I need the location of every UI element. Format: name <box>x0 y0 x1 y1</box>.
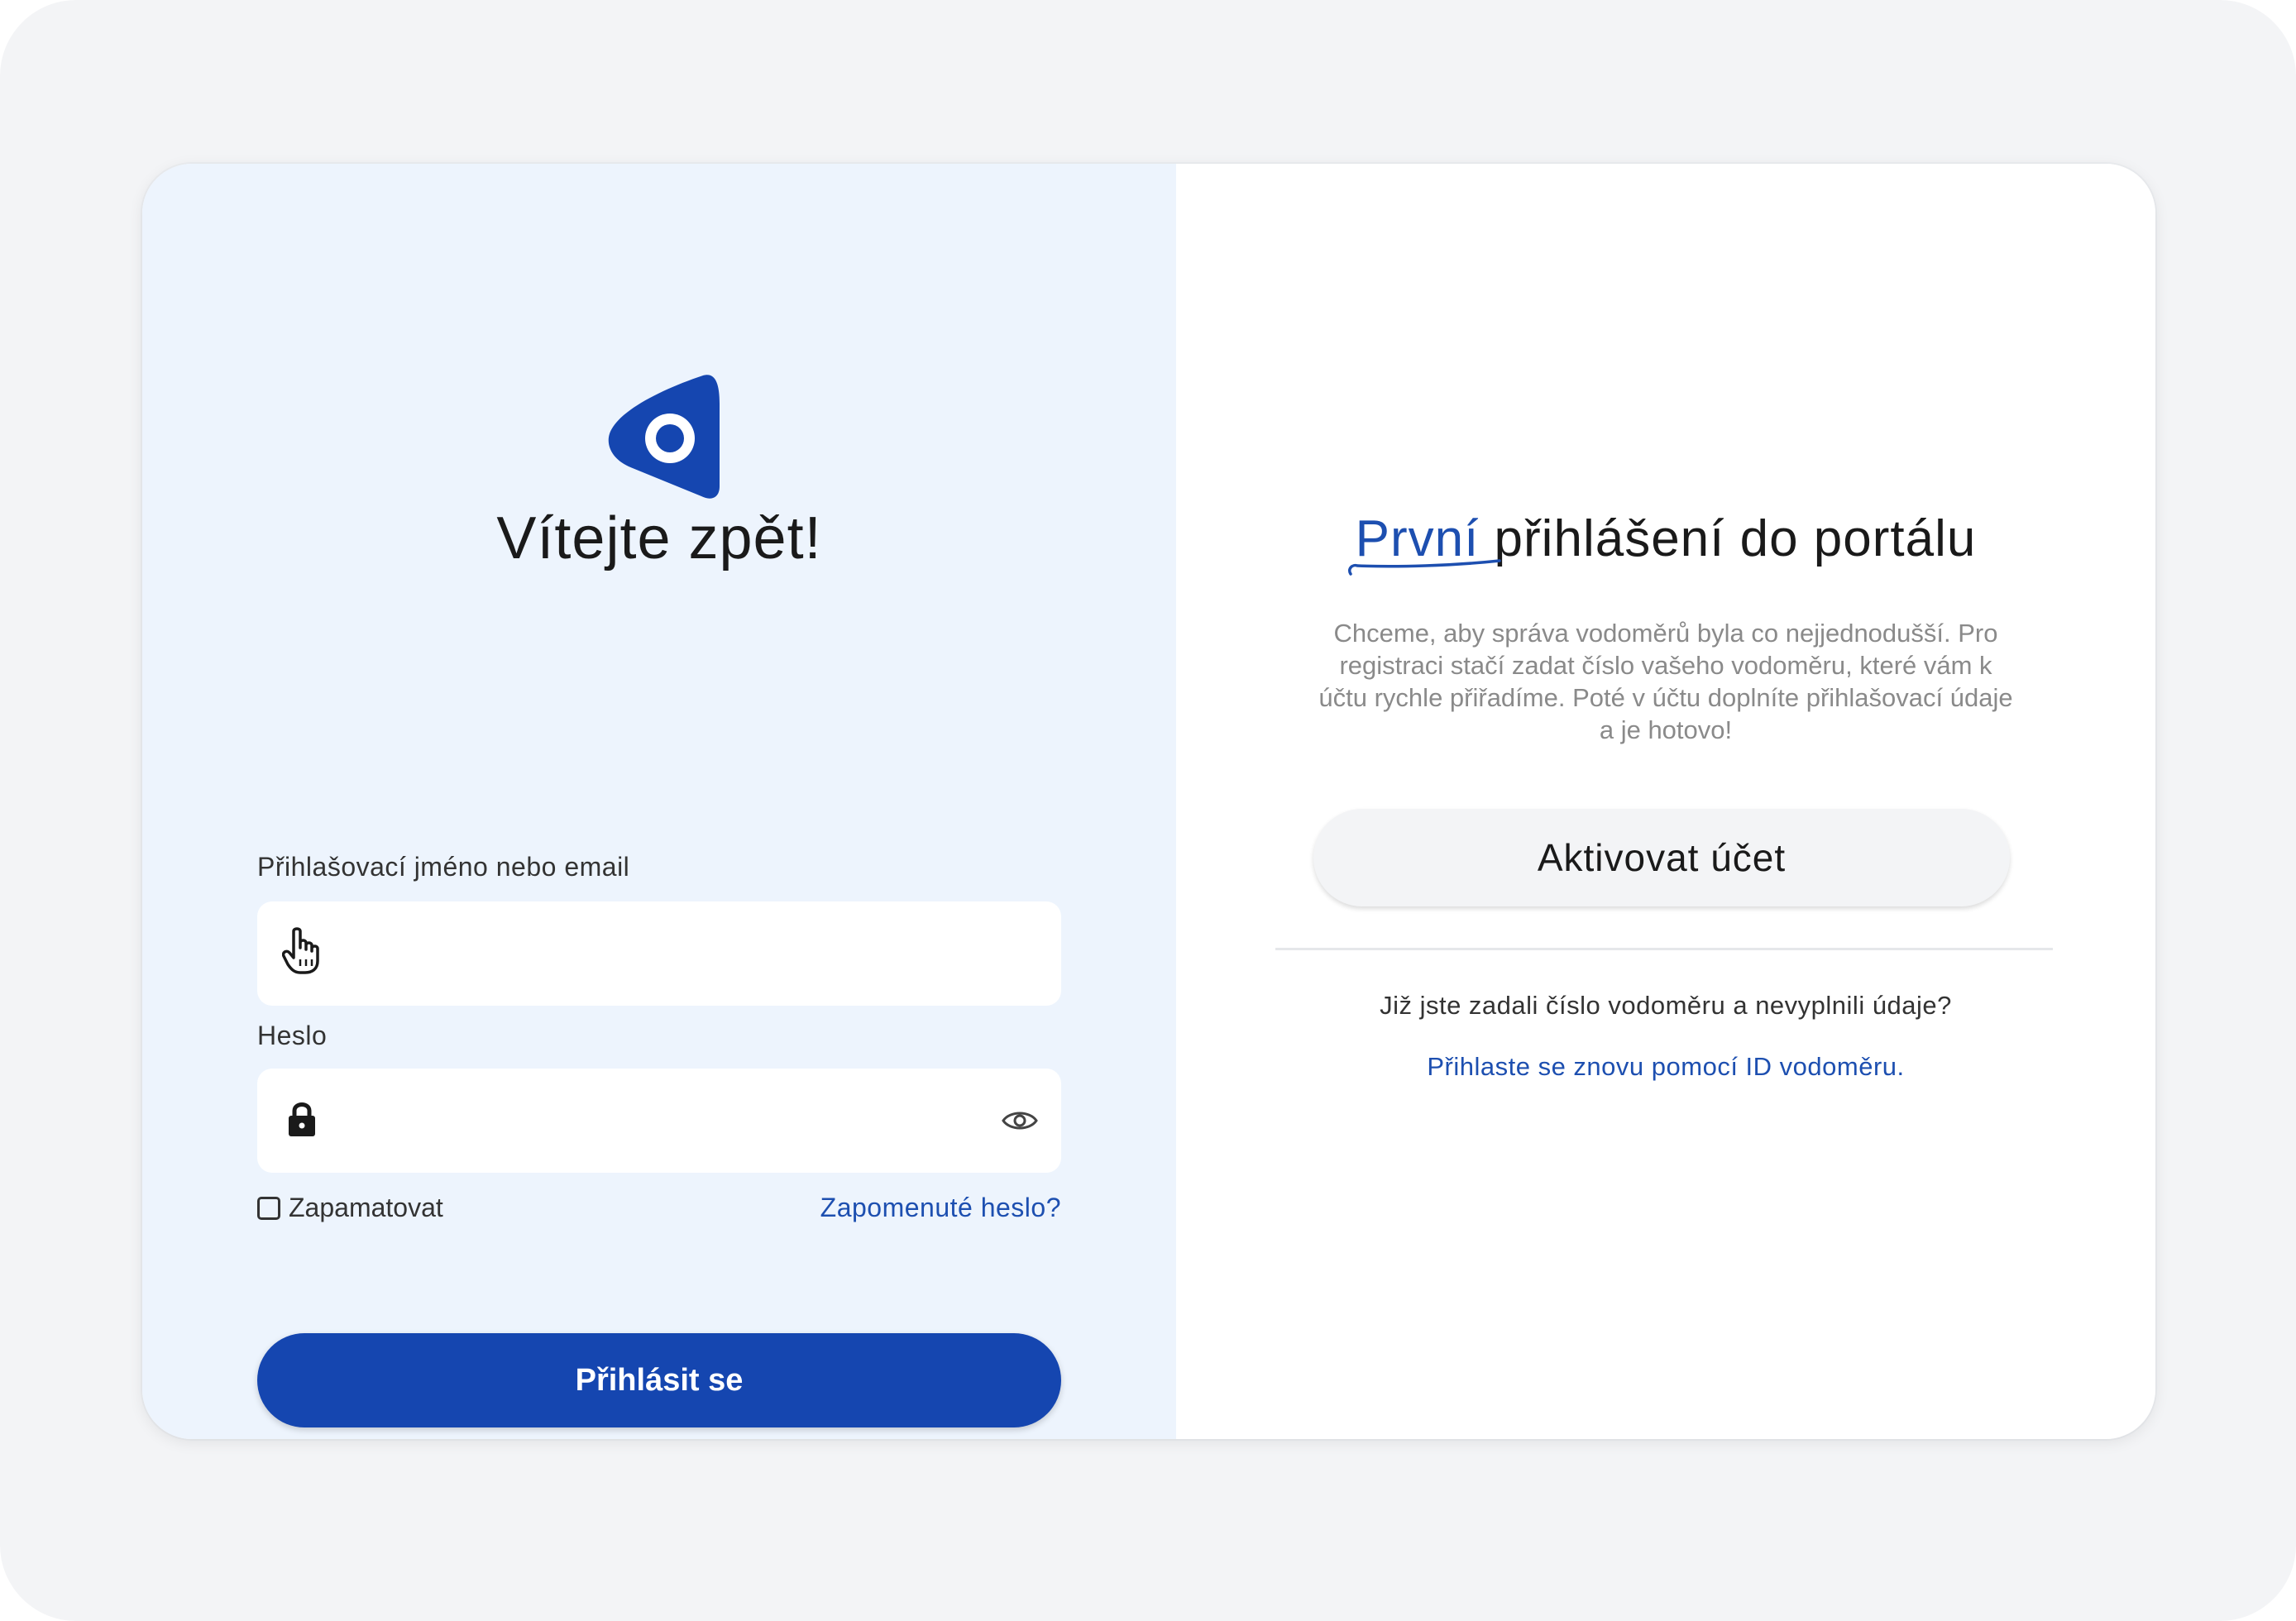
welcome-title: Vítejte zpět! <box>496 505 822 571</box>
login-panel: Vítejte zpět! Přihlašovací jméno nebo em… <box>142 164 1176 1439</box>
password-label: Heslo <box>257 1021 328 1050</box>
username-label: Přihlašovací jméno nebo email <box>257 852 630 882</box>
eye-icon[interactable] <box>1002 1108 1038 1133</box>
page-background: Vítejte zpět! Přihlašovací jméno nebo em… <box>0 0 2296 1621</box>
remember-checkbox[interactable] <box>257 1196 280 1220</box>
remember-me[interactable]: Zapamatovat <box>257 1193 443 1223</box>
activation-description: Chceme, aby správa vodoměrů byla co nejj… <box>1318 619 2013 744</box>
login-button[interactable]: Přihlásit se <box>257 1333 1061 1427</box>
remember-label: Zapamatovat <box>289 1193 443 1222</box>
heading-accent: První <box>1347 510 1501 576</box>
login-card: Vítejte zpět! Přihlašovací jméno nebo em… <box>142 164 2155 1439</box>
activation-heading: První přihlášení do portálu <box>1176 509 2155 576</box>
activate-account-button[interactable]: Aktivovat účet <box>1313 809 2010 906</box>
heading-rest: přihlášení do portálu <box>1479 510 1977 567</box>
forgot-password-link[interactable]: Zapomenuté heslo? <box>820 1193 1061 1223</box>
lock-icon <box>289 1102 315 1136</box>
password-field[interactable] <box>257 1069 1061 1173</box>
relogin-meter-link[interactable]: Přihlaste se znovu pomocí ID vodoměru. <box>1176 1052 2155 1082</box>
activation-panel: První přihlášení do portálu Chceme, aby … <box>1176 164 2155 1439</box>
meter-question: Již jste zadali číslo vodoměru a nevypln… <box>1380 991 1952 1020</box>
underline-swoosh <box>1347 559 1501 576</box>
hand-pointer-icon <box>282 927 319 974</box>
username-field[interactable] <box>257 901 1061 1006</box>
divider <box>1275 948 2053 950</box>
brand-logo <box>608 375 720 499</box>
